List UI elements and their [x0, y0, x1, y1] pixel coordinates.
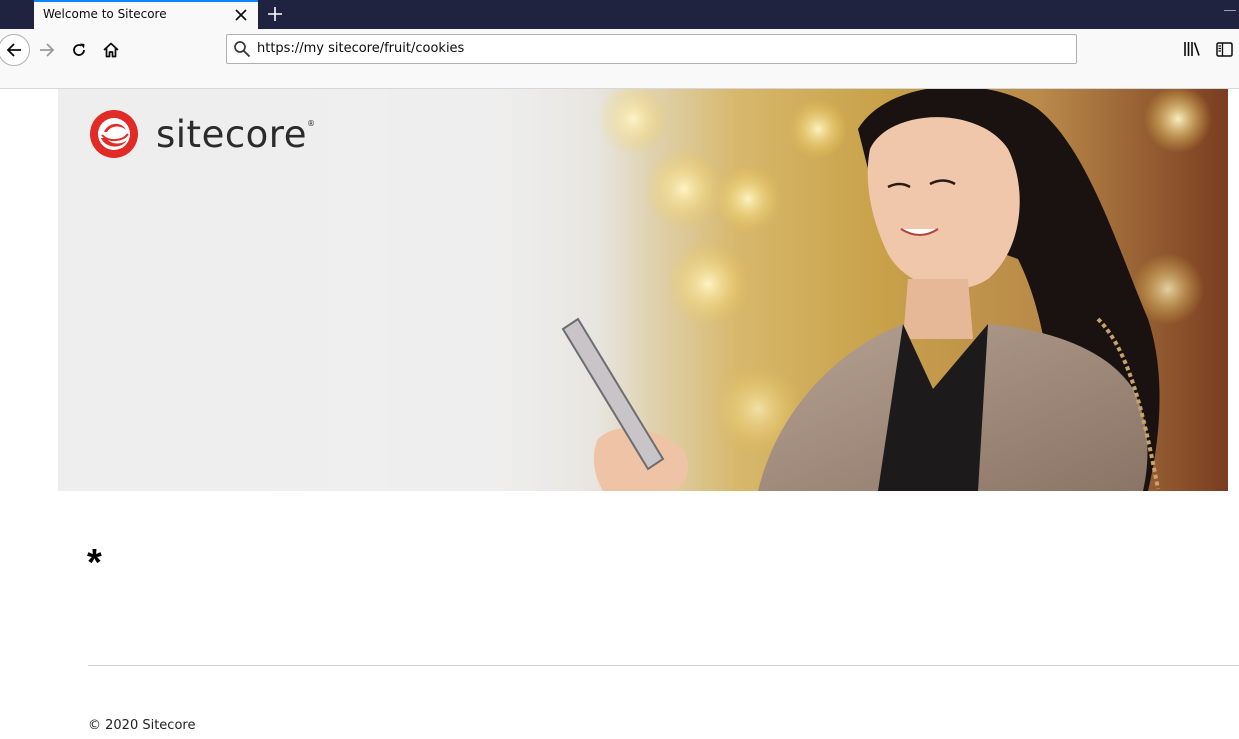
library-icon — [1184, 42, 1200, 56]
home-button[interactable] — [100, 39, 122, 61]
window-minimize-button[interactable] — [1224, 10, 1236, 11]
reload-icon — [73, 43, 85, 56]
search-icon — [234, 41, 251, 58]
browser-tab-active[interactable]: Welcome to Sitecore — [34, 0, 258, 29]
footer-copyright: © 2020 Sitecore — [88, 718, 196, 733]
back-button[interactable] — [0, 34, 30, 66]
logo-wordmark-text: sitecore — [156, 112, 307, 156]
arrow-right-icon — [40, 43, 55, 57]
address-bar[interactable]: https://my sitecore/fruit/cookies — [226, 34, 1077, 64]
content-heading: * — [87, 542, 102, 584]
logo-registered-mark: ® — [306, 118, 316, 128]
plus-icon — [268, 7, 282, 21]
close-icon[interactable] — [231, 5, 251, 25]
footer-divider — [88, 665, 1239, 666]
url-text[interactable]: https://my sitecore/fruit/cookies — [257, 41, 464, 56]
tab-strip: Welcome to Sitecore — [0, 0, 1239, 29]
reload-button[interactable] — [68, 39, 90, 61]
logo-wordmark: sitecore® — [156, 113, 315, 156]
tab-title: Welcome to Sitecore — [43, 7, 167, 21]
sidebar-icon — [1215, 41, 1233, 57]
sitecore-logo-icon — [90, 110, 138, 158]
new-tab-button[interactable] — [263, 2, 287, 26]
navigation-toolbar: https://my sitecore/fruit/cookies — [0, 29, 1239, 89]
arrow-left-icon — [6, 43, 21, 57]
home-icon — [103, 42, 119, 58]
forward-button[interactable] — [36, 39, 58, 61]
library-button[interactable] — [1182, 39, 1202, 59]
sitecore-logo[interactable]: sitecore® — [88, 108, 315, 160]
sidebar-button[interactable] — [1214, 39, 1234, 59]
